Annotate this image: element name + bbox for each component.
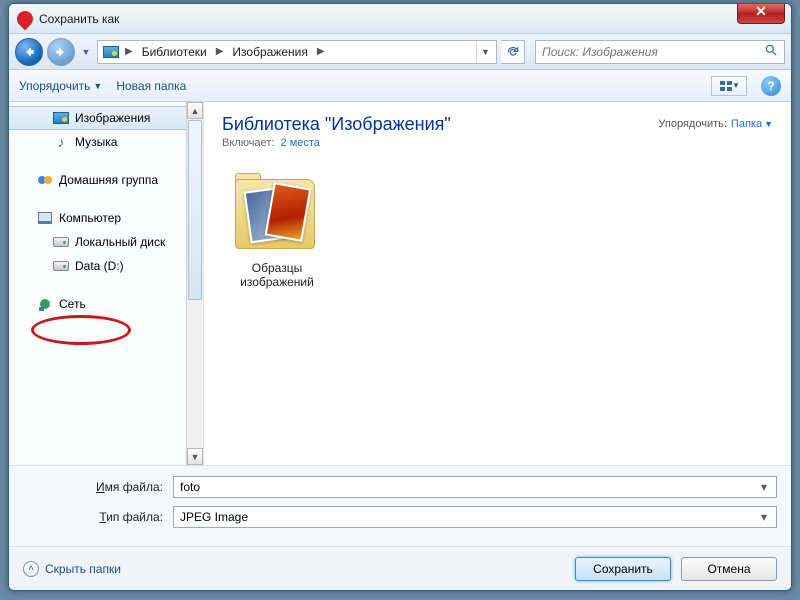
view-icon: [720, 81, 732, 91]
filename-dropdown[interactable]: ▾: [756, 480, 772, 494]
sidebar-item-homegroup[interactable]: Домашняя группа: [9, 168, 203, 192]
libraries-icon: [102, 44, 120, 60]
back-button[interactable]: [15, 38, 43, 66]
sidebar-item-data-d[interactable]: Data (D:): [9, 254, 203, 278]
arrange-label: Упорядочить:: [658, 118, 727, 130]
file-list[interactable]: Образцы изображений: [204, 157, 791, 465]
sidebar-item-label: Data (D:): [75, 259, 124, 273]
filename-label: Имя файла:: [23, 480, 173, 494]
arrange-by: Упорядочить: Папка ▼: [658, 118, 773, 130]
scroll-down-button[interactable]: ▼: [187, 448, 203, 465]
filename-field[interactable]: ▾: [173, 476, 777, 498]
breadcrumb[interactable]: ▶ Библиотеки ▶ Изображения ▶ ▼: [97, 40, 497, 64]
folder-label: Образцы изображений: [222, 261, 332, 290]
sidebar-item-label: Изображения: [75, 111, 150, 125]
arrow-right-icon: [54, 45, 68, 59]
refresh-button[interactable]: [501, 40, 525, 64]
forward-button[interactable]: [47, 38, 75, 66]
view-options-button[interactable]: ▾: [711, 76, 747, 96]
content-pane: Библиотека "Изображения" Включает: 2 мес…: [204, 102, 791, 465]
scroll-thumb[interactable]: [188, 120, 202, 300]
breadcrumb-root-arrow[interactable]: ▶: [122, 46, 136, 57]
body: Изображения ♪ Музыка Домашняя группа Ком…: [9, 102, 791, 465]
close-button[interactable]: ✕: [737, 3, 785, 24]
arrow-left-icon: [22, 45, 36, 59]
chevron-up-icon: ˄: [23, 561, 39, 577]
breadcrumb-arrow-2[interactable]: ▶: [314, 46, 328, 57]
sidebar-item-network[interactable]: Сеть: [9, 292, 203, 316]
refresh-icon: [506, 45, 520, 59]
scroll-up-button[interactable]: ▲: [187, 102, 203, 119]
new-folder-label: Новая папка: [116, 79, 186, 93]
hide-folders-label: Скрыть папки: [45, 562, 121, 576]
sidebar-item-local-disk[interactable]: Локальный диск: [9, 230, 203, 254]
includes-label: Включает:: [222, 137, 274, 149]
filename-input[interactable]: [178, 479, 756, 495]
search-box[interactable]: [535, 40, 785, 64]
filetype-dropdown[interactable]: ▾: [756, 510, 772, 524]
nav-history-dropdown[interactable]: ▼: [79, 42, 93, 62]
drive-icon: [53, 234, 69, 250]
filetype-row: Тип файла: ▾: [23, 506, 777, 528]
cancel-button[interactable]: Отмена: [681, 557, 777, 581]
sidebar-item-music[interactable]: ♪ Музыка: [9, 130, 203, 154]
folder-sample-pictures[interactable]: Образцы изображений: [222, 175, 332, 290]
footer: ˄ Скрыть папки Сохранить Отмена: [9, 546, 791, 590]
help-button[interactable]: ?: [761, 76, 781, 96]
breadcrumb-arrow-1[interactable]: ▶: [213, 46, 227, 57]
sidebar-item-label: Локальный диск: [75, 235, 165, 249]
save-button[interactable]: Сохранить: [575, 557, 671, 581]
nav-tree: Изображения ♪ Музыка Домашняя группа Ком…: [9, 102, 203, 320]
save-as-dialog: Сохранить как ✕ ▼ ▶ Библиотеки ▶ Изображ…: [8, 3, 792, 591]
nav-bar: ▼ ▶ Библиотеки ▶ Изображения ▶ ▼: [9, 34, 791, 70]
organize-button[interactable]: Упорядочить ▼: [19, 79, 102, 93]
homegroup-icon: [37, 172, 53, 188]
sidebar-item-computer[interactable]: Компьютер: [9, 206, 203, 230]
library-subtitle: Включает: 2 места: [222, 137, 451, 149]
network-icon: [37, 296, 53, 312]
arrange-value-dropdown[interactable]: Папка ▼: [731, 118, 773, 130]
includes-link[interactable]: 2 места: [281, 137, 320, 149]
library-header: Библиотека "Изображения" Включает: 2 мес…: [204, 102, 791, 157]
sidebar-item-label: Сеть: [59, 297, 86, 311]
window-title: Сохранить как: [39, 12, 119, 26]
music-icon: ♪: [53, 134, 69, 150]
sidebar-item-pictures[interactable]: Изображения: [9, 106, 203, 130]
fields-area: Имя файла: ▾ Тип файла: ▾: [9, 465, 791, 546]
new-folder-button[interactable]: Новая папка: [116, 79, 186, 93]
breadcrumb-pictures[interactable]: Изображения: [226, 41, 313, 63]
chevron-down-icon: ▼: [764, 119, 773, 129]
opera-icon: [14, 7, 37, 30]
folder-icon: [229, 175, 325, 255]
search-icon: [764, 43, 780, 60]
organize-label: Упорядочить: [19, 79, 90, 93]
titlebar: Сохранить как ✕: [9, 4, 791, 34]
sidebar-scrollbar[interactable]: ▲ ▼: [186, 102, 203, 465]
toolbar: Упорядочить ▼ Новая папка ▾ ?: [9, 70, 791, 102]
sidebar-item-label: Домашняя группа: [59, 173, 158, 187]
breadcrumb-dropdown[interactable]: ▼: [476, 41, 494, 63]
pictures-icon: [53, 110, 69, 126]
drive-icon: [53, 258, 69, 274]
breadcrumb-libraries[interactable]: Библиотеки: [136, 41, 213, 63]
filetype-label: Тип файла:: [23, 510, 173, 524]
chevron-down-icon: ▾: [734, 80, 739, 91]
filename-row: Имя файла: ▾: [23, 476, 777, 498]
sidebar: Изображения ♪ Музыка Домашняя группа Ком…: [9, 102, 204, 465]
sidebar-item-label: Музыка: [75, 135, 117, 149]
hide-folders-button[interactable]: ˄ Скрыть папки: [23, 561, 121, 577]
search-input[interactable]: [540, 44, 764, 60]
chevron-down-icon: ▼: [93, 81, 102, 91]
library-title: Библиотека "Изображения": [222, 114, 451, 135]
filetype-input[interactable]: [178, 509, 756, 525]
sidebar-item-label: Компьютер: [59, 211, 121, 225]
arrange-value: Папка: [731, 118, 762, 130]
computer-icon: [37, 210, 53, 226]
filetype-field[interactable]: ▾: [173, 506, 777, 528]
